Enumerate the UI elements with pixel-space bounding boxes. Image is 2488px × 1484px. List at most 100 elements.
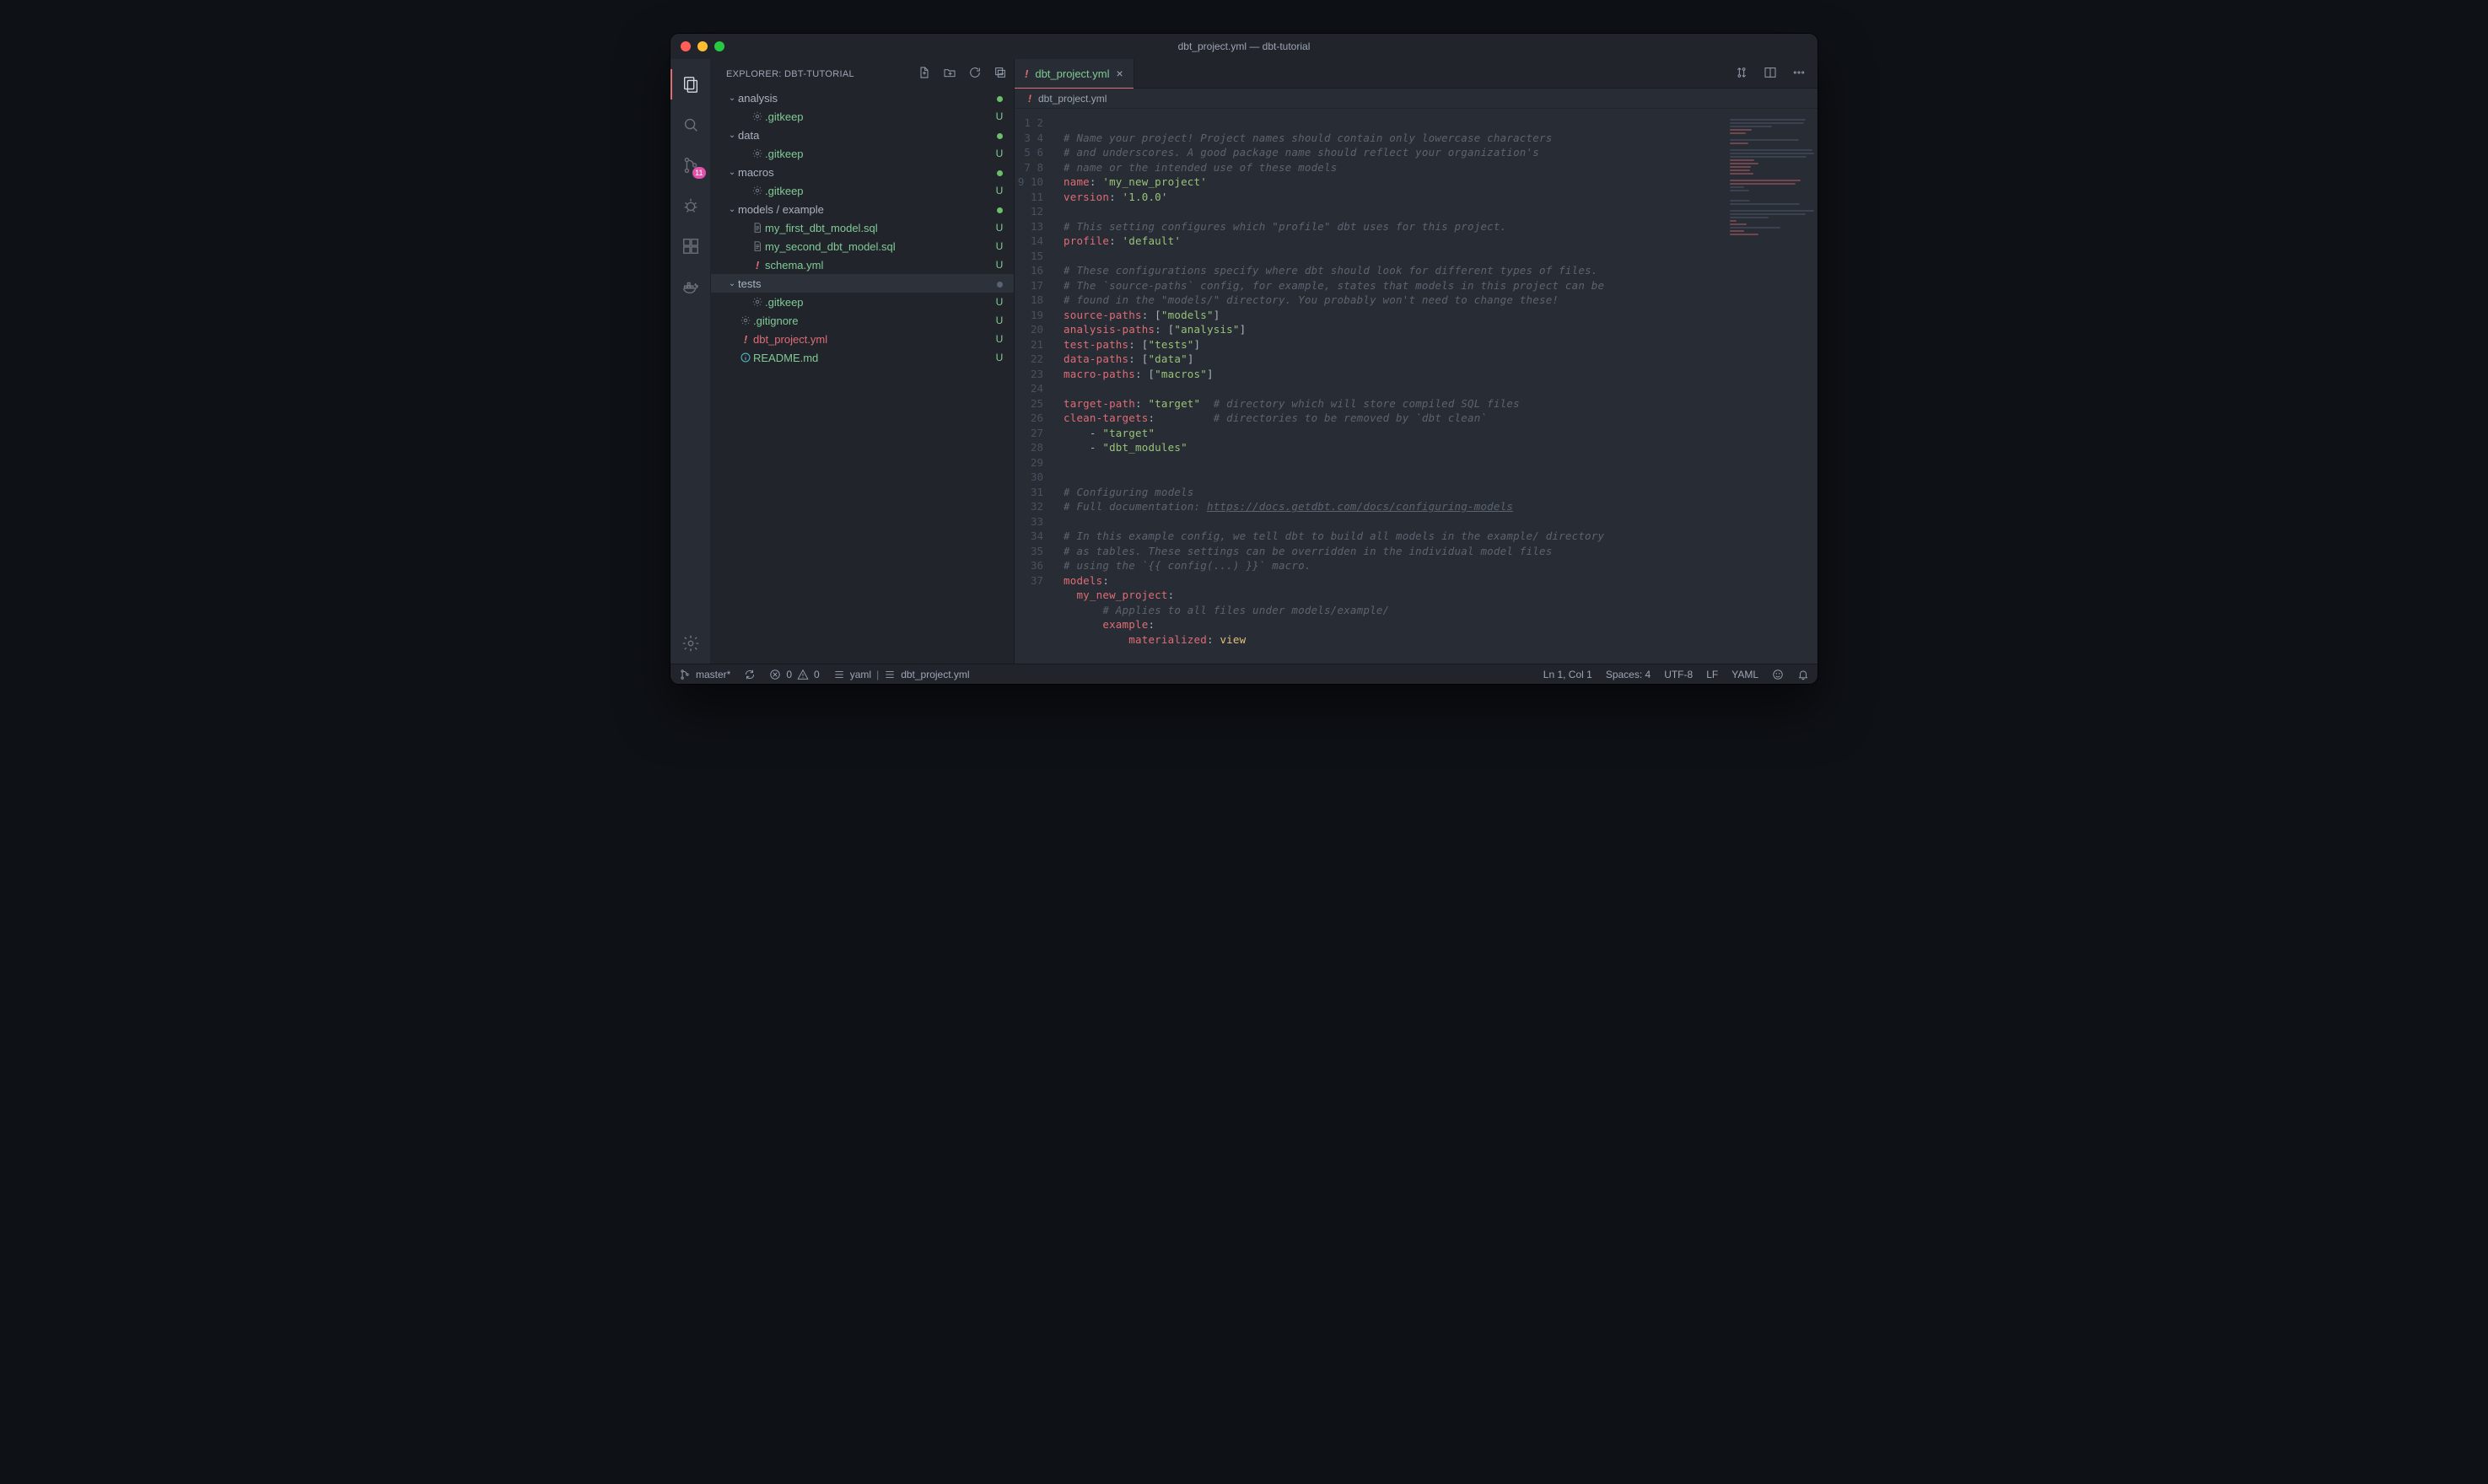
tree-item-label: .gitkeep xyxy=(765,296,994,309)
status-encoding[interactable]: UTF-8 xyxy=(1664,669,1693,680)
git-status-letter: U xyxy=(994,259,1005,271)
status-lang-indicator: yaml xyxy=(850,669,871,680)
git-status-letter: U xyxy=(994,240,1005,252)
tree-folder[interactable]: ⌄data xyxy=(711,126,1014,144)
activity-debug[interactable] xyxy=(670,186,711,226)
window-controls xyxy=(670,41,724,51)
tree-folder[interactable]: ⌄tests xyxy=(711,274,1014,293)
activity-source-control[interactable]: 11 xyxy=(670,145,711,186)
tree-item-label: macros xyxy=(738,166,994,179)
tree-item-label: tests xyxy=(738,277,994,290)
minimap[interactable] xyxy=(1725,109,1818,664)
tree-item-label: .gitkeep xyxy=(765,148,994,160)
explorer-header: EXPLORER: DBT-TUTORIAL xyxy=(711,59,1014,89)
file-type-icon xyxy=(750,185,765,196)
tree-folder[interactable]: ⌄models / example xyxy=(711,200,1014,218)
window-minimize-button[interactable] xyxy=(697,41,708,51)
tree-file[interactable]: .gitignoreU xyxy=(711,311,1014,330)
activity-docker[interactable] xyxy=(670,266,711,307)
split-editor-icon[interactable] xyxy=(1764,66,1777,82)
tree-folder[interactable]: ⌄macros xyxy=(711,163,1014,181)
tree-item-label: schema.yml xyxy=(765,259,994,272)
file-tree[interactable]: ⌄analysis.gitkeepU⌄data.gitkeepU⌄macros.… xyxy=(711,89,1014,664)
tree-file[interactable]: .gitkeepU xyxy=(711,293,1014,311)
tree-item-label: models / example xyxy=(738,203,994,216)
status-file-context[interactable]: yaml | dbt_project.yml xyxy=(833,669,970,680)
tree-folder[interactable]: ⌄analysis xyxy=(711,89,1014,107)
refresh-icon[interactable] xyxy=(968,66,982,82)
tree-file[interactable]: .gitkeepU xyxy=(711,144,1014,163)
chevron-down-icon: ⌄ xyxy=(726,168,738,177)
git-status-dot xyxy=(994,203,1005,216)
titlebar[interactable]: dbt_project.yml — dbt-tutorial xyxy=(670,34,1818,59)
code-content[interactable]: # Name your project! Project names shoul… xyxy=(1052,109,1725,664)
file-type-icon: ! xyxy=(750,259,765,272)
git-status-letter: U xyxy=(994,110,1005,122)
status-file-label: dbt_project.yml xyxy=(901,669,969,680)
status-problems[interactable]: 0 0 xyxy=(769,669,819,680)
activity-settings[interactable] xyxy=(670,623,711,664)
file-type-icon xyxy=(750,222,765,234)
git-status-dot xyxy=(994,277,1005,290)
new-file-icon[interactable] xyxy=(918,66,931,82)
more-actions-icon[interactable] xyxy=(1792,66,1806,82)
file-type-icon xyxy=(750,296,765,308)
file-type-icon xyxy=(750,148,765,159)
file-type-icon: ! xyxy=(738,333,753,346)
new-folder-icon[interactable] xyxy=(943,66,956,82)
status-language[interactable]: YAML xyxy=(1731,669,1758,680)
app-window: dbt_project.yml — dbt-tutorial 11 xyxy=(670,34,1818,684)
errors-count: 0 xyxy=(786,669,792,680)
tree-item-label: README.md xyxy=(753,352,994,364)
tree-item-label: dbt_project.yml xyxy=(753,333,994,346)
tree-file[interactable]: .gitkeepU xyxy=(711,181,1014,200)
tree-file[interactable]: !dbt_project.ymlU xyxy=(711,330,1014,348)
status-sync[interactable] xyxy=(744,669,756,680)
tab-dbt-project[interactable]: ! dbt_project.yml × xyxy=(1015,59,1134,88)
code-editor[interactable]: 1 2 3 4 5 6 7 8 9 10 11 12 13 14 15 16 1… xyxy=(1015,109,1725,664)
status-spaces[interactable]: Spaces: 4 xyxy=(1606,669,1651,680)
tab-close-icon[interactable]: × xyxy=(1117,67,1123,79)
git-status-letter: U xyxy=(994,352,1005,363)
git-status-letter: U xyxy=(994,333,1005,345)
git-status-letter: U xyxy=(994,296,1005,308)
status-notifications[interactable] xyxy=(1797,669,1809,680)
window-title: dbt_project.yml — dbt-tutorial xyxy=(670,40,1818,52)
tree-file[interactable]: .gitkeepU xyxy=(711,107,1014,126)
file-type-icon xyxy=(750,240,765,252)
git-status-dot xyxy=(994,166,1005,179)
breadcrumb[interactable]: ! dbt_project.yml xyxy=(1015,89,1818,109)
activity-extensions[interactable] xyxy=(670,226,711,266)
explorer-title: EXPLORER: DBT-TUTORIAL xyxy=(726,69,854,79)
window-close-button[interactable] xyxy=(681,41,691,51)
status-eol[interactable]: LF xyxy=(1706,669,1718,680)
scm-badge: 11 xyxy=(692,167,705,179)
tree-file[interactable]: my_first_dbt_model.sqlU xyxy=(711,218,1014,237)
warnings-count: 0 xyxy=(814,669,820,680)
status-feedback[interactable] xyxy=(1772,669,1784,680)
tree-item-label: my_second_dbt_model.sql xyxy=(765,240,994,253)
tree-file[interactable]: my_second_dbt_model.sqlU xyxy=(711,237,1014,255)
chevron-down-icon: ⌄ xyxy=(726,279,738,288)
status-branch[interactable]: master* xyxy=(679,669,730,680)
status-cursor[interactable]: Ln 1, Col 1 xyxy=(1543,669,1592,680)
activity-search[interactable] xyxy=(670,105,711,145)
breadcrumb-file: dbt_project.yml xyxy=(1038,93,1107,105)
collapse-all-icon[interactable] xyxy=(994,66,1007,82)
git-status-letter: U xyxy=(994,222,1005,234)
line-gutter: 1 2 3 4 5 6 7 8 9 10 11 12 13 14 15 16 1… xyxy=(1015,109,1052,664)
tree-file[interactable]: !schema.ymlU xyxy=(711,255,1014,274)
tree-item-label: my_first_dbt_model.sql xyxy=(765,222,994,234)
compare-changes-icon[interactable] xyxy=(1735,66,1748,82)
tree-item-label: .gitignore xyxy=(753,315,994,327)
activity-bar: 11 xyxy=(670,59,711,664)
tree-item-label: .gitkeep xyxy=(765,110,994,123)
window-zoom-button[interactable] xyxy=(714,41,724,51)
git-status-letter: U xyxy=(994,315,1005,326)
file-type-icon xyxy=(738,315,753,326)
tree-item-label: .gitkeep xyxy=(765,185,994,197)
tree-file[interactable]: README.mdU xyxy=(711,348,1014,367)
tree-item-label: data xyxy=(738,129,994,142)
activity-explorer[interactable] xyxy=(670,64,711,105)
git-status-dot xyxy=(994,129,1005,142)
